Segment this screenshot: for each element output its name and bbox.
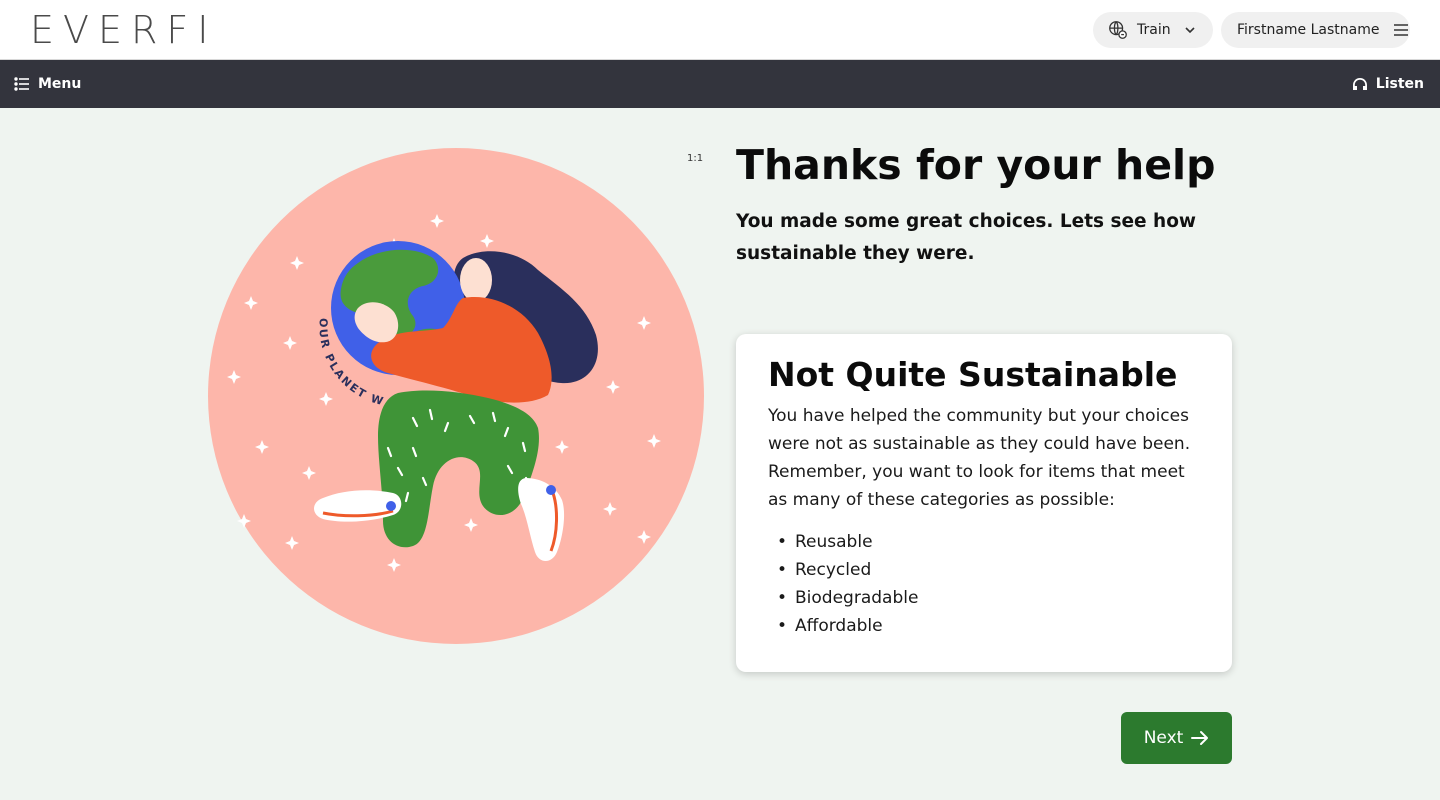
list-item: Biodegradable	[768, 584, 1200, 612]
course-navbar: Menu Listen	[0, 60, 1440, 108]
user-name: Firstname Lastname	[1237, 22, 1380, 38]
top-header: EVERFI Train Firstname Lastname	[0, 0, 1440, 60]
listen-label: Listen	[1375, 76, 1424, 92]
globe-icon	[1109, 21, 1127, 39]
train-label: Train	[1137, 22, 1171, 38]
list-item: Recycled	[768, 556, 1200, 584]
hamburger-icon	[1394, 24, 1409, 36]
logo-text: EVERFI	[30, 8, 218, 52]
planet-hug-illustration: OUR PLANET WEEK	[208, 148, 704, 644]
result-title: Not Quite Sustainable	[768, 355, 1178, 394]
user-menu[interactable]: Firstname Lastname	[1221, 12, 1410, 48]
chevron-down-icon	[1185, 27, 1195, 34]
headphones-icon	[1352, 77, 1367, 90]
list-item: Affordable	[768, 612, 1200, 640]
category-list: Reusable Recycled Biodegradable Affordab…	[768, 528, 1200, 640]
menu-label: Menu	[38, 76, 82, 92]
page-subtitle: You made some great choices. Lets see ho…	[736, 211, 1197, 264]
next-label: Next	[1143, 728, 1184, 748]
result-body: You have helped the community but your c…	[768, 406, 1191, 510]
next-button[interactable]: Next	[1121, 712, 1232, 764]
result-card: Not Quite Sustainable You have helped th…	[736, 334, 1232, 672]
everfi-logo[interactable]: EVERFI	[30, 10, 217, 50]
menu-button[interactable]: Menu	[14, 60, 81, 108]
train-dropdown[interactable]: Train	[1093, 12, 1213, 48]
listen-button[interactable]: Listen	[1352, 60, 1424, 108]
list-item: Reusable	[768, 528, 1200, 556]
face	[460, 258, 492, 302]
page-title: Thanks for your help	[736, 141, 1216, 189]
list-icon	[14, 77, 29, 91]
aspect-ratio-label: 1:1	[687, 153, 704, 164]
arrow-right-icon	[1191, 731, 1209, 745]
